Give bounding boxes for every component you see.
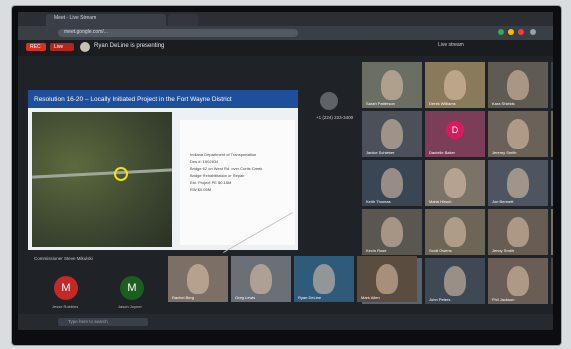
participant-name: Greg Lewis xyxy=(235,295,256,300)
participant-silhouette xyxy=(313,264,335,294)
menu-icon[interactable] xyxy=(530,29,536,35)
participant-silhouette xyxy=(507,217,529,247)
slide-line: Est. Project PE $0.15M xyxy=(190,180,232,185)
participant-silhouette xyxy=(507,70,529,100)
participant-name: Joe Bennett xyxy=(492,199,514,204)
call-number: +1 (224) 223-3400 xyxy=(316,115,354,120)
participant-tile[interactable]: Ryan DeLine xyxy=(294,256,354,302)
participant-name: Ryan DeLine xyxy=(298,295,322,300)
avatar-letter: M xyxy=(127,282,137,294)
avatar[interactable]: M xyxy=(54,276,78,300)
participant-tile[interactable]: Kevin Rose xyxy=(362,209,422,255)
participant-silhouette xyxy=(507,266,529,296)
presenting-text: Ryan DeLine is presenting xyxy=(94,43,165,49)
participant-tile[interactable]: Kara Shields xyxy=(488,62,548,108)
avatar-label: Jason Joyner xyxy=(118,304,142,309)
participant-tile[interactable]: Michael Clark xyxy=(551,160,553,206)
phone-icon[interactable] xyxy=(320,92,338,110)
participant-tile[interactable]: Marla Hirsch xyxy=(425,160,485,206)
participant-name: Derek Williams xyxy=(429,101,456,106)
browser-tab-inactive[interactable] xyxy=(168,14,198,26)
rec-label: REC xyxy=(30,44,41,50)
main-speaker-label: Commissioner Steve Mikulski xyxy=(34,256,93,261)
participant-silhouette xyxy=(381,70,403,100)
participant-name: Marla Hirsch xyxy=(429,199,452,204)
participant-tile[interactable]: Keith Thomas xyxy=(362,160,422,206)
participant-tile[interactable]: Jenny Smith xyxy=(488,209,548,255)
participant-name: Kara Shields xyxy=(492,101,515,106)
participant-tile[interactable]: Nicole Wright xyxy=(551,209,553,255)
participant-tile[interactable]: Greg Lewis xyxy=(231,256,291,302)
participant-tile[interactable]: Brian Johnson xyxy=(551,62,553,108)
participant-name: Rachel Berg xyxy=(172,295,195,300)
slide-line: Indiana Department of Transportation xyxy=(190,152,257,157)
participant-name: Keith Thomas xyxy=(366,199,391,204)
avatar-letter: M xyxy=(61,282,71,294)
header-status: Live stream xyxy=(438,42,464,48)
participant-silhouette xyxy=(381,168,403,198)
slide-line: Des #: 1902834 xyxy=(190,159,219,164)
monitor-screen: Meet - Live Stream meet.google.com/... R… xyxy=(18,12,553,330)
presenter-avatar xyxy=(80,42,90,52)
slide-line: RW $0.05M xyxy=(190,187,212,192)
participant-tile[interactable]: John Peters xyxy=(425,258,485,304)
slide-line: Bridge Rehabilitation or Repair xyxy=(190,173,245,178)
participant-name: Mark Allen xyxy=(361,295,380,300)
search-placeholder: Type here to search xyxy=(68,319,108,324)
participant-silhouette xyxy=(381,119,403,149)
participant-silhouette xyxy=(376,264,398,294)
live-label: Live xyxy=(54,44,64,50)
extension-icon[interactable] xyxy=(498,29,504,35)
participant-tile[interactable]: Sarah Patterson xyxy=(362,62,422,108)
participant-name: Scott Owens xyxy=(429,248,452,253)
photo-of-monitor: Meet - Live Stream meet.google.com/... R… xyxy=(0,0,571,349)
browser-tab-label: Meet - Live Stream xyxy=(54,15,97,21)
extension-icon[interactable] xyxy=(508,29,514,35)
participant-silhouette xyxy=(444,70,466,100)
location-marker-icon xyxy=(114,167,128,181)
participant-silhouette xyxy=(507,119,529,149)
participant-tile[interactable]: Derek Williams xyxy=(425,62,485,108)
participant-tile[interactable]: D Danielle Baker xyxy=(425,111,485,157)
participant-name: Sarah Patterson xyxy=(366,101,395,106)
participant-tile[interactable]: James Tomlinson xyxy=(551,111,553,157)
avatar[interactable]: M xyxy=(120,276,144,300)
participant-initial-avatar: D xyxy=(446,121,464,139)
avatar-label: Jesse Robbins xyxy=(52,304,79,309)
participant-name: Jenny Smith xyxy=(492,248,515,253)
url-text: meet.google.com/... xyxy=(64,29,108,35)
participant-silhouette xyxy=(187,264,209,294)
extension-icon[interactable] xyxy=(518,29,524,35)
participant-name: Janice Schieber xyxy=(366,150,395,155)
participant-name: Kevin Rose xyxy=(366,248,387,253)
participant-name: Danielle Baker xyxy=(429,150,456,155)
participant-silhouette xyxy=(381,217,403,247)
participant-name: John Peters xyxy=(429,297,451,302)
aerial-map-image xyxy=(32,112,172,247)
participant-silhouette xyxy=(444,217,466,247)
participant-tile[interactable]: Scott Owens xyxy=(425,209,485,255)
participant-name: Phil Jackson xyxy=(492,297,515,302)
participant-tile[interactable]: Paul Anderson xyxy=(551,258,553,304)
participant-tile[interactable]: Rachel Berg xyxy=(168,256,228,302)
participant-tile[interactable]: Joe Bennett xyxy=(488,160,548,206)
participant-tile[interactable]: Janice Schieber xyxy=(362,111,422,157)
participant-silhouette xyxy=(444,168,466,198)
participant-tile[interactable]: Phil Jackson xyxy=(488,258,548,304)
participant-silhouette xyxy=(250,264,272,294)
participant-silhouette xyxy=(507,168,529,198)
participant-silhouette xyxy=(444,266,466,296)
slide-line: Bridge 62 on West Rd. over Curtis Creek xyxy=(190,166,263,171)
participant-tile[interactable]: Mark Allen xyxy=(357,256,417,302)
participant-tile[interactable]: Jeremy Smith xyxy=(488,111,548,157)
participant-name: Jeremy Smith xyxy=(492,150,517,155)
slide-title: Resolution 16-20 – Locally Initiated Pro… xyxy=(34,96,232,103)
